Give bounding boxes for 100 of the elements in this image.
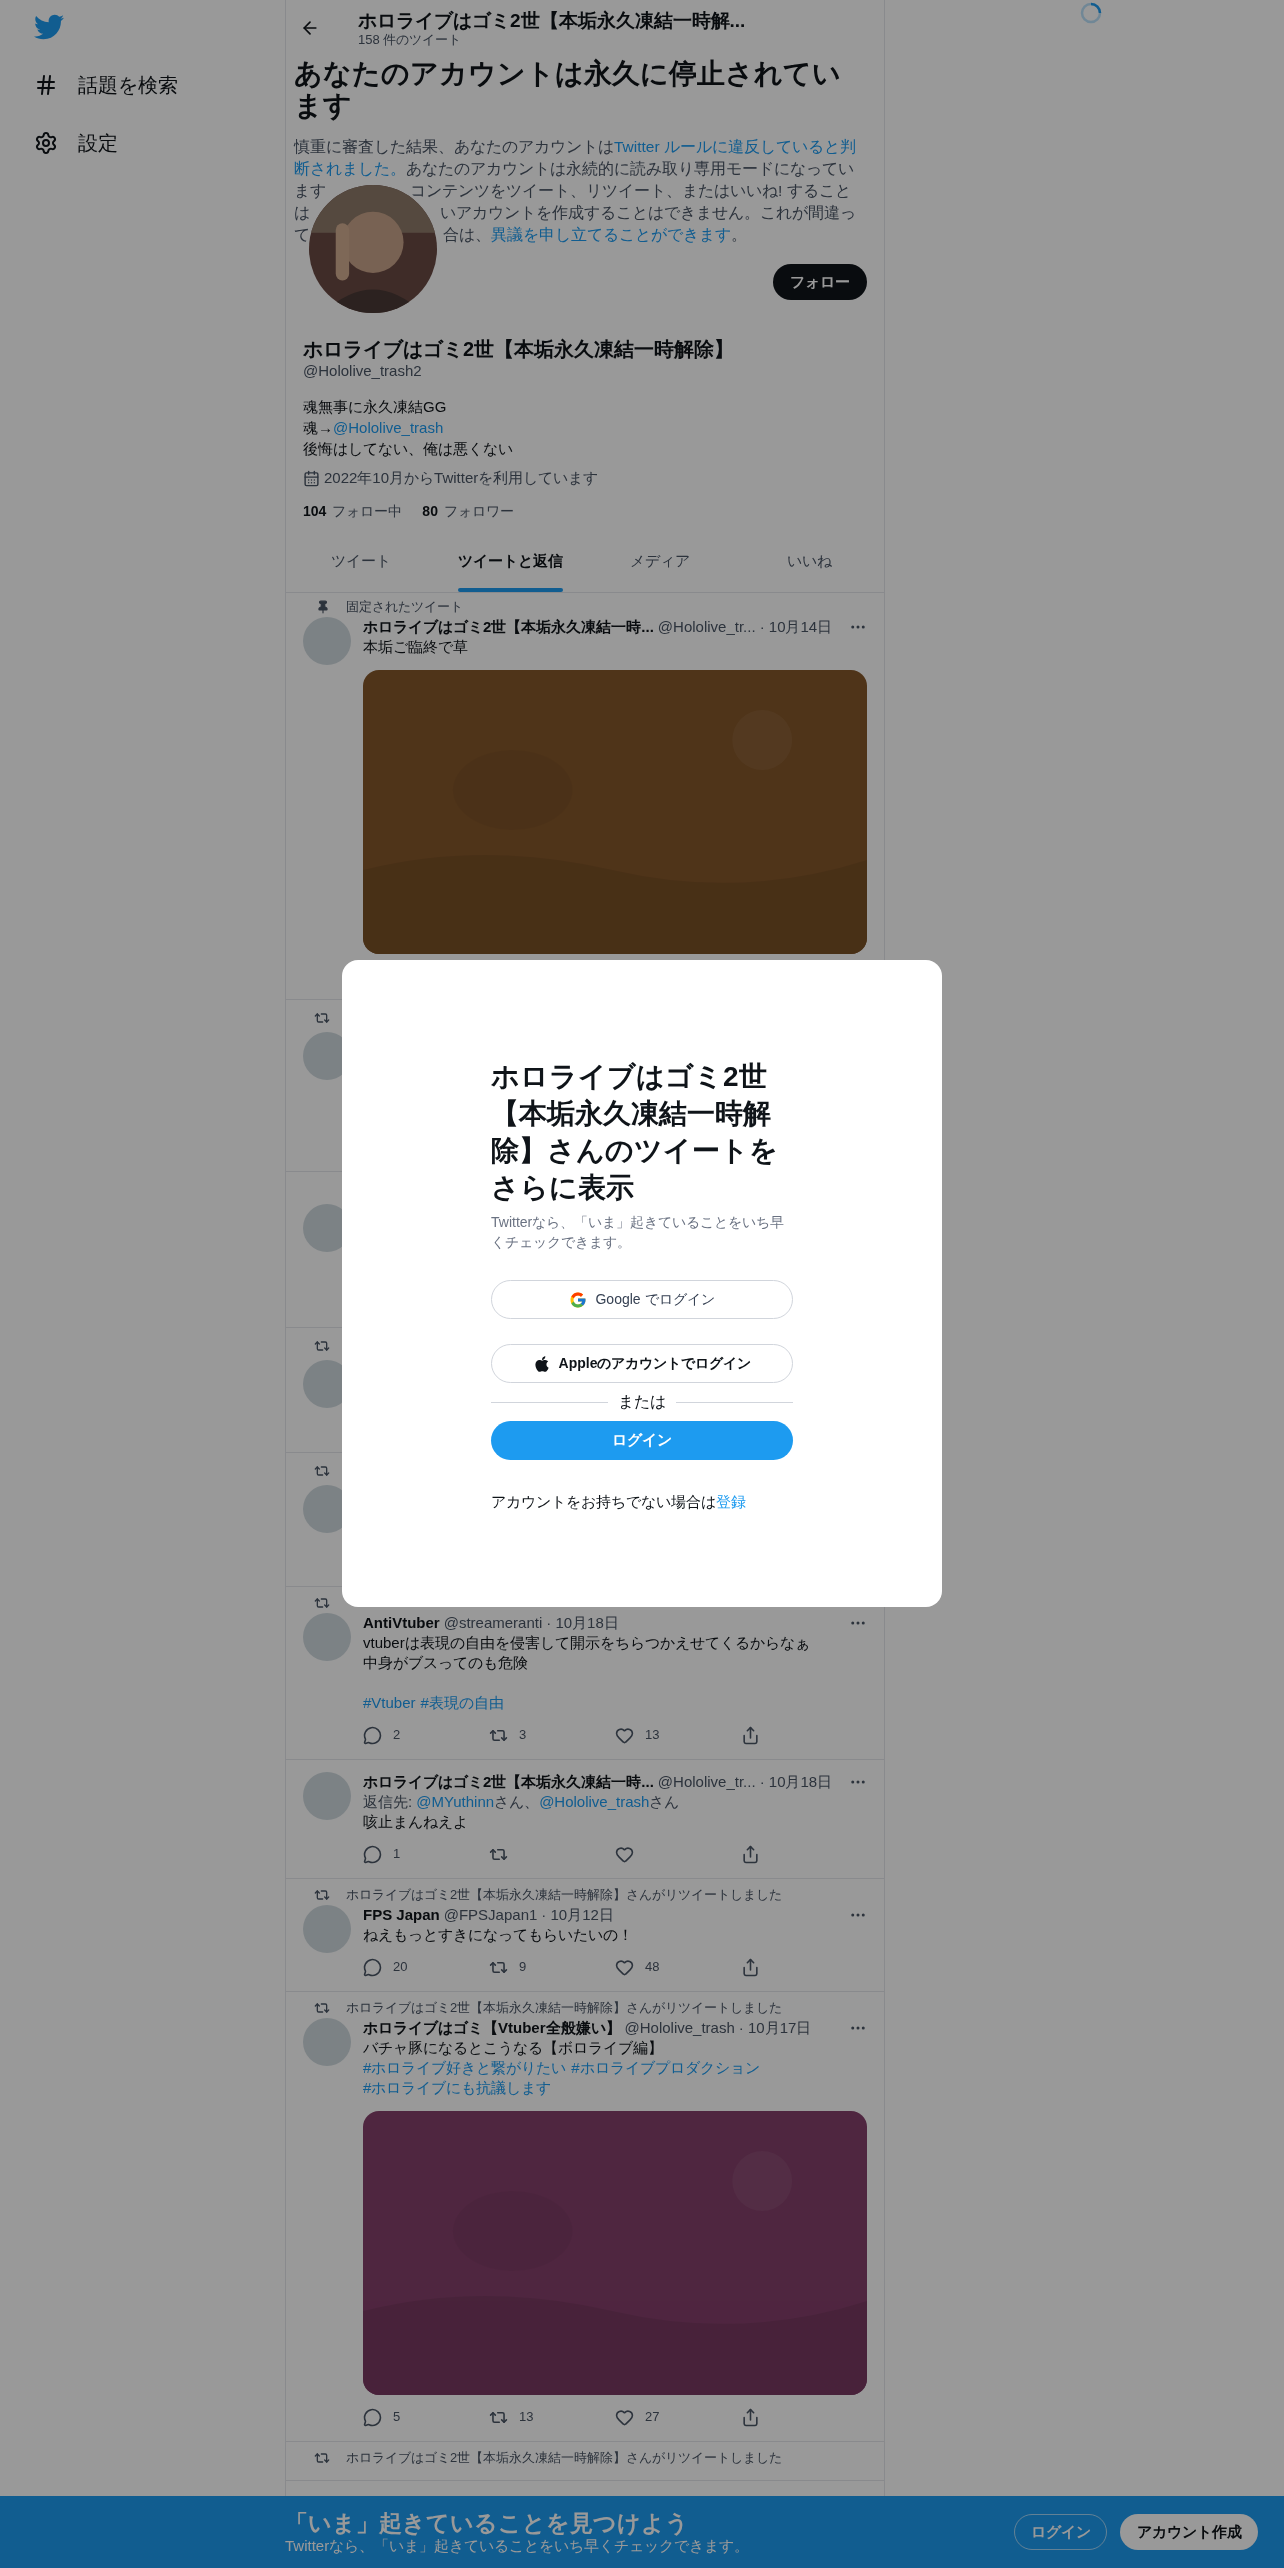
share-icon[interactable] [741, 1957, 760, 1977]
reply-icon[interactable] [363, 1725, 382, 1745]
tweet-text: ねえもっとすきになってもらいたいの！ [363, 1925, 634, 1945]
stat-count: 104 [303, 502, 327, 521]
tweet-text: vtuberは表現の自由を侵害して開示をちらつかえせてくるからなぁ [363, 1633, 811, 1653]
header-title: ホロライブはゴミ2世【本垢永久凍結一時解... [358, 9, 746, 32]
tweet-text: バチャ豚になるとこうなる【ボロライブ編】 [363, 2038, 664, 2058]
google-icon [569, 1290, 588, 1309]
retweet-icon [314, 2450, 330, 2466]
action-count: 20 [393, 1958, 408, 1977]
nav-item[interactable]: 設定 [32, 120, 285, 166]
apple-icon [532, 1354, 551, 1373]
text: ます [294, 181, 326, 201]
tweet-count: 158 件のツイート [358, 31, 463, 48]
retweet-icon [314, 1595, 330, 1611]
share-icon[interactable] [741, 1725, 760, 1745]
hashtag-link[interactable]: #ホロライブ好きと繋がりたい [363, 2058, 567, 2078]
share-icon[interactable] [741, 2407, 760, 2427]
author-name[interactable]: ホロライブはゴミ【Vtuber全般嫌い】 [363, 2016, 621, 2040]
text: さん、 [494, 1793, 540, 1810]
text: いアカウントを作成することはできません。これが間違っ [440, 203, 856, 223]
divider-label: または [618, 1392, 666, 1412]
link[interactable]: @MYuthinn [416, 1793, 495, 1810]
stat-count: 80 [422, 502, 438, 521]
profile-name: ホロライブはゴミ2世【本垢永久凍結一時解除】 [303, 337, 736, 361]
reply-icon[interactable] [363, 2407, 382, 2427]
tweet-context: ホロライブはゴミ2世【本垢永久凍結一時解除】さんがリツイートしました [346, 2449, 783, 2468]
hashtag-link[interactable]: #表現の自由 [420, 1693, 504, 1713]
text: 合は、 [443, 225, 491, 245]
notice-title: あなたのアカウントは永久に停止されています [294, 58, 842, 122]
action-count: 1 [393, 1845, 401, 1864]
author-name[interactable]: FPS Japan [363, 1903, 440, 1927]
stat-label: フォロワー [443, 502, 514, 521]
hashtag-link[interactable]: #ホロライブプロダクション [571, 2058, 760, 2078]
like-icon[interactable] [615, 1844, 634, 1864]
profile-tab[interactable]: ツイートと返信 [457, 531, 563, 592]
author-handle: @Hololive_tr... [657, 616, 756, 637]
tweet-text: 中身がブスってのも危険 [363, 1653, 529, 1673]
link[interactable]: @Hololive_trash [333, 417, 444, 438]
author-name[interactable]: ホロライブはゴミ2世【本垢永久凍結一時... [363, 1770, 654, 1794]
author-handle: @Hololive_tr... [657, 1771, 756, 1792]
retweet-icon [314, 1887, 330, 1903]
link[interactable]: Twitter ルールに違反していると判 [614, 136, 856, 158]
pin-icon [316, 600, 330, 614]
action-count: 2 [393, 1726, 401, 1745]
action-count: 27 [645, 2408, 660, 2427]
text: 魂→ [303, 418, 333, 438]
action-count: 5 [393, 2408, 401, 2427]
author-handle: @FPSJapan1 [443, 1904, 538, 1925]
signup-link[interactable]: 登録 [716, 1492, 746, 1512]
nav-item[interactable]: 話題を検索 [32, 62, 285, 108]
joined-date: 2022年10月からTwitterを利用しています [324, 467, 599, 488]
share-icon[interactable] [741, 1844, 760, 1864]
profile-tab[interactable]: メディア [629, 531, 690, 592]
tweet-context: ホロライブはゴミ2世【本垢永久凍結一時解除】さんがリツイートしました [346, 1999, 783, 2018]
tweet-context: 固定されたツイート [346, 598, 463, 617]
text: コンテンツをツイート、リツイート、またはいいね! すること [410, 181, 851, 201]
tweet-text: 本垢ご臨終で草 [363, 637, 469, 657]
tweet-context: ホロライブはゴミ2世【本垢永久凍結一時解除】さんがリツイートしました [346, 1886, 783, 1905]
hash-icon [34, 73, 58, 97]
tweet-date: · 10月18日 [546, 1612, 619, 1633]
profile-tab[interactable]: ツイート [330, 531, 391, 592]
link[interactable]: @Hololive_trash [539, 1793, 650, 1810]
action-count: 13 [519, 2408, 534, 2427]
tweet-date: · 10月17日 [738, 2017, 812, 2038]
text: 慎重に審査した結果、あなたのアカウントは [294, 137, 614, 157]
author-name[interactable]: ホロライブはゴミ2世【本垢永久凍結一時... [363, 615, 654, 639]
calendar-icon [303, 469, 320, 487]
login-button[interactable]: ログイン [491, 1421, 793, 1460]
dialog-subtitle: Twitterなら、「いま」起きていることをいち早くチェックできます。 [491, 1213, 786, 1252]
tweet-text: 咳止まんねえよ [363, 1812, 469, 1832]
profile-tab[interactable]: いいね [786, 531, 832, 592]
text: は [294, 203, 310, 223]
like-icon[interactable] [615, 2407, 634, 2427]
text: さん [649, 1793, 680, 1810]
author-name[interactable]: AntiVtuber [363, 1611, 440, 1635]
like-icon[interactable] [615, 1957, 634, 1977]
signup-bar-subtitle: Twitterなら、「いま」起きていることをいち早くチェックできます。 [285, 2537, 750, 2555]
tweet-date: · 10月14日 [759, 616, 833, 637]
author-handle: @streameranti [443, 1612, 543, 1633]
signup-button[interactable]: アカウント作成 [1120, 2514, 1258, 2550]
reply-icon[interactable] [363, 1957, 382, 1977]
link[interactable]: 異議を申し立てることができます [491, 224, 731, 246]
follow-button[interactable]: フォロー [773, 264, 867, 300]
text: 後悔はしてない、俺は悪くない [303, 439, 513, 459]
follow-stat[interactable]: 80 フォロワー [422, 501, 514, 521]
hashtag-link[interactable]: #Vtuber [363, 1693, 416, 1713]
profile-handle: @Hololive_trash2 [303, 361, 423, 381]
action-count: 9 [519, 1958, 527, 1977]
link[interactable]: 断されました。 [294, 158, 406, 180]
text: あなたのアカウントは永続的に読み取り専用モードになってい [406, 159, 854, 179]
text: 。 [731, 225, 747, 245]
signup-prompt: アカウントをお持ちでない場合は [491, 1492, 716, 1512]
tweet-date: · 10月18日 [759, 1771, 833, 1792]
follow-stat[interactable]: 104 フォロー中 [303, 501, 403, 521]
reply-icon[interactable] [363, 1844, 382, 1864]
like-icon[interactable] [615, 1725, 634, 1745]
settings-icon [34, 131, 58, 155]
bird-logo-icon[interactable] [34, 12, 64, 42]
hashtag-link[interactable]: #ホロライブにも抗議します [363, 2078, 552, 2098]
